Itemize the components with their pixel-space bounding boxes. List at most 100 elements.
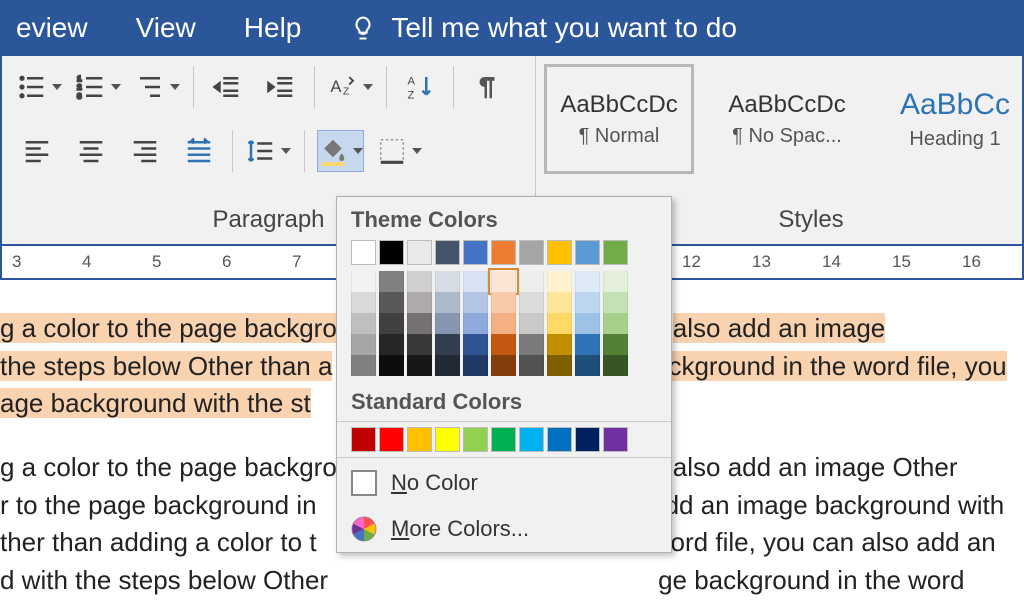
color-swatch[interactable] [575, 240, 600, 265]
borders-button[interactable] [376, 130, 423, 172]
color-swatch[interactable] [575, 355, 600, 376]
color-swatch[interactable] [547, 313, 572, 334]
color-swatch[interactable] [519, 292, 544, 313]
color-swatch[interactable] [379, 240, 404, 265]
color-swatch[interactable] [575, 334, 600, 355]
color-swatch[interactable] [435, 334, 460, 355]
color-swatch[interactable] [351, 334, 376, 355]
color-swatch[interactable] [547, 334, 572, 355]
color-swatch[interactable] [379, 292, 404, 313]
increase-indent-button[interactable] [260, 66, 302, 108]
doc-text[interactable]: r to the page background in [0, 490, 317, 520]
color-swatch[interactable] [351, 292, 376, 313]
color-swatch[interactable] [435, 240, 460, 265]
color-swatch[interactable] [547, 355, 572, 376]
color-swatch[interactable] [491, 334, 516, 355]
doc-text[interactable]: g a color to the page backgro [0, 313, 337, 343]
multilevel-list-button[interactable] [134, 66, 181, 108]
color-swatch[interactable] [463, 334, 488, 355]
decrease-indent-button[interactable] [206, 66, 248, 108]
color-swatch[interactable] [603, 334, 628, 355]
color-swatch[interactable] [519, 427, 544, 452]
color-swatch[interactable] [407, 240, 432, 265]
color-swatch[interactable] [603, 313, 628, 334]
color-swatch[interactable] [435, 355, 460, 376]
doc-text[interactable]: ther than adding a color to t [0, 527, 317, 557]
color-swatch[interactable] [379, 271, 404, 292]
color-swatch[interactable] [351, 427, 376, 452]
doc-text[interactable]: age background with the st [0, 388, 311, 418]
style-no-spacing[interactable]: AaBbCcDc ¶ No Spac... [712, 64, 862, 174]
color-swatch[interactable] [603, 292, 628, 313]
align-center-button[interactable] [70, 130, 112, 172]
justify-button[interactable] [178, 130, 220, 172]
color-swatch[interactable] [575, 427, 600, 452]
style-heading-1[interactable]: AaBbCc Heading 1 [880, 64, 1024, 174]
tab-help[interactable]: Help [244, 12, 302, 44]
color-swatch[interactable] [463, 271, 488, 292]
color-swatch[interactable] [519, 271, 544, 292]
doc-text[interactable]: dd an image background with [665, 490, 1005, 520]
color-swatch[interactable] [491, 313, 516, 334]
line-spacing-button[interactable] [245, 130, 292, 172]
color-swatch[interactable] [491, 355, 516, 376]
align-right-button[interactable] [124, 130, 166, 172]
color-swatch[interactable] [491, 240, 516, 265]
color-swatch[interactable] [547, 240, 572, 265]
color-swatch[interactable] [519, 355, 544, 376]
color-swatch[interactable] [435, 271, 460, 292]
more-colors-button[interactable]: More Colors... [337, 506, 671, 552]
doc-text[interactable]: ord file, you can also add an [671, 527, 996, 557]
color-swatch[interactable] [463, 355, 488, 376]
doc-text[interactable]: also add an image [673, 313, 885, 343]
doc-text[interactable]: the steps below Other than a [0, 351, 332, 381]
color-swatch[interactable] [575, 271, 600, 292]
doc-text[interactable]: d with the steps below Other [0, 565, 328, 595]
color-swatch[interactable] [351, 271, 376, 292]
color-swatch[interactable] [491, 271, 516, 292]
color-swatch[interactable] [379, 427, 404, 452]
color-swatch[interactable] [351, 313, 376, 334]
number-list-button[interactable]: 123 [75, 66, 122, 108]
align-left-button[interactable] [16, 130, 58, 172]
doc-text[interactable]: also add an image Other [673, 452, 958, 482]
tab-view[interactable]: View [136, 12, 196, 44]
color-swatch[interactable] [519, 334, 544, 355]
color-swatch[interactable] [519, 313, 544, 334]
color-swatch[interactable] [351, 240, 376, 265]
color-swatch[interactable] [575, 292, 600, 313]
color-swatch[interactable] [603, 271, 628, 292]
color-swatch[interactable] [435, 292, 460, 313]
doc-text[interactable]: g a color to the page backgro [0, 452, 337, 482]
color-swatch[interactable] [407, 334, 432, 355]
color-swatch[interactable] [603, 427, 628, 452]
color-swatch[interactable] [519, 240, 544, 265]
color-swatch[interactable] [379, 355, 404, 376]
color-swatch[interactable] [379, 313, 404, 334]
color-swatch[interactable] [379, 334, 404, 355]
color-swatch[interactable] [435, 313, 460, 334]
color-swatch[interactable] [547, 427, 572, 452]
bullet-list-button[interactable] [16, 66, 63, 108]
color-swatch[interactable] [603, 240, 628, 265]
shading-button[interactable] [317, 130, 364, 172]
color-swatch[interactable] [463, 240, 488, 265]
color-swatch[interactable] [491, 427, 516, 452]
tell-me-input[interactable]: Tell me what you want to do [391, 12, 737, 44]
color-swatch[interactable] [407, 271, 432, 292]
color-swatch[interactable] [575, 313, 600, 334]
sort-button[interactable]: AZ [399, 66, 441, 108]
color-swatch[interactable] [435, 427, 460, 452]
color-swatch[interactable] [407, 292, 432, 313]
tab-review[interactable]: eview [16, 12, 88, 44]
no-color-button[interactable]: No Color [337, 460, 671, 506]
color-swatch[interactable] [407, 313, 432, 334]
color-swatch[interactable] [463, 313, 488, 334]
show-marks-button[interactable] [466, 66, 508, 108]
doc-text[interactable]: ckground in the word file, you [668, 351, 1006, 381]
text-direction-button[interactable]: AZ [327, 66, 374, 108]
color-swatch[interactable] [407, 355, 432, 376]
color-swatch[interactable] [407, 427, 432, 452]
doc-text[interactable]: ge background in the word [658, 565, 964, 595]
color-swatch[interactable] [547, 271, 572, 292]
